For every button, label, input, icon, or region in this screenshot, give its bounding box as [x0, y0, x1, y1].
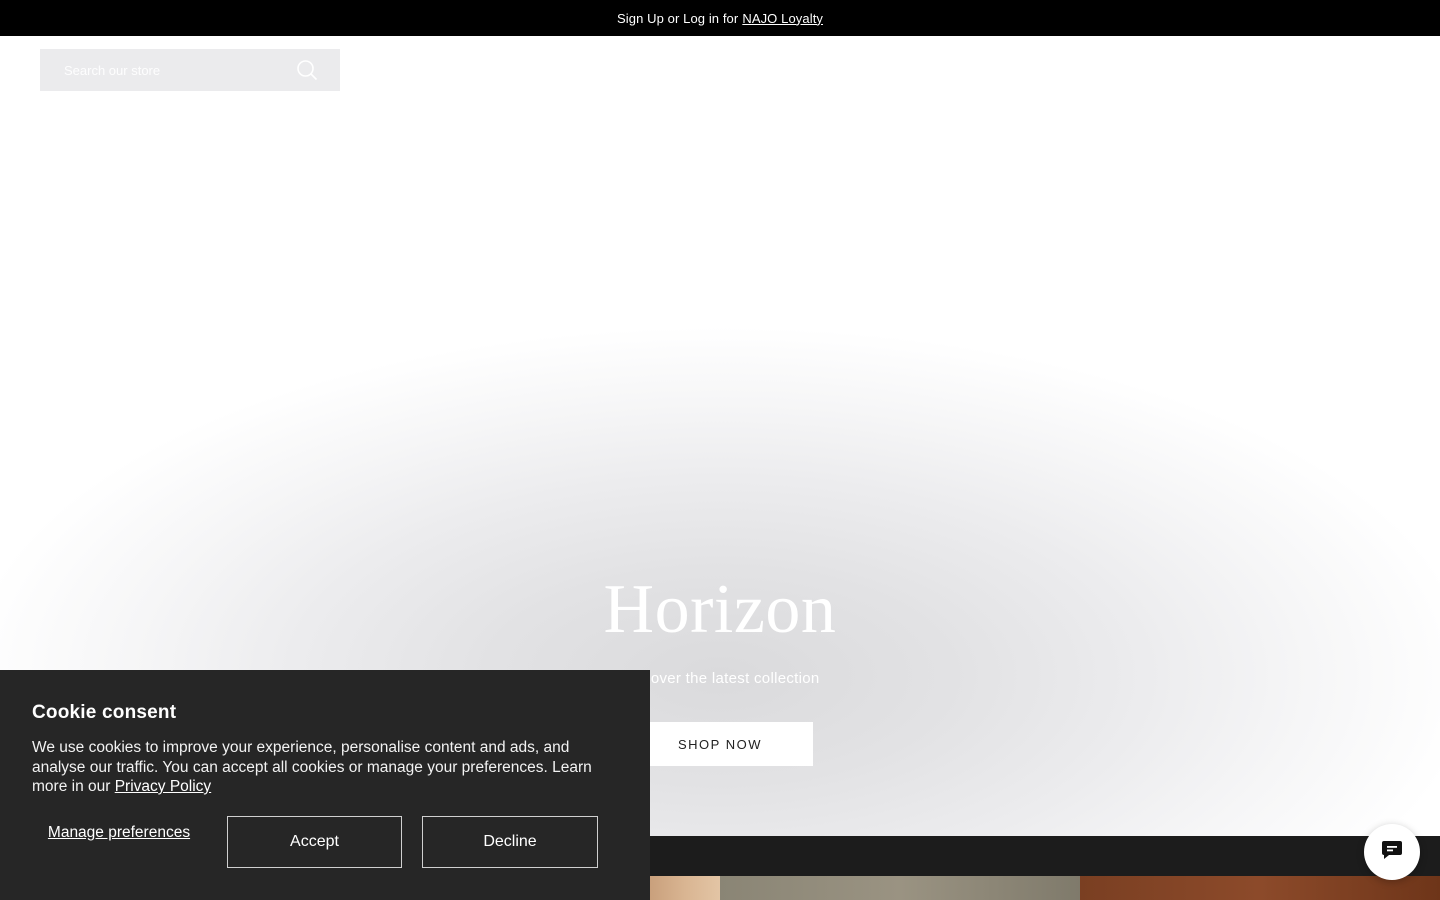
accept-button[interactable]: Accept — [227, 816, 402, 868]
cookie-consent-banner: Cookie consent We use cookies to improve… — [0, 670, 650, 900]
privacy-policy-link[interactable]: Privacy Policy — [115, 778, 211, 795]
chat-icon — [1380, 838, 1404, 867]
hero-title: Horizon — [603, 571, 837, 648]
collection-image[interactable] — [1080, 876, 1440, 900]
cookie-body: We use cookies to improve your experienc… — [32, 738, 618, 797]
search-bar — [40, 49, 340, 91]
collection-image[interactable] — [720, 876, 1080, 900]
search-input[interactable] — [40, 49, 286, 91]
cookie-title: Cookie consent — [32, 702, 177, 723]
announcement-bar: Sign Up or Log in for NAJO Loyalty — [0, 0, 1440, 36]
decline-button[interactable]: Decline — [422, 816, 598, 868]
collection-image[interactable] — [650, 876, 720, 900]
search-icon[interactable] — [286, 49, 328, 91]
shop-now-button[interactable]: SHOP NOW — [627, 722, 813, 766]
manage-preferences-button[interactable]: Manage preferences — [40, 824, 198, 842]
chat-button[interactable] — [1364, 824, 1420, 880]
loyalty-link[interactable]: NAJO Loyalty — [742, 11, 823, 26]
announcement-text: Sign Up or Log in for — [616, 10, 739, 26]
